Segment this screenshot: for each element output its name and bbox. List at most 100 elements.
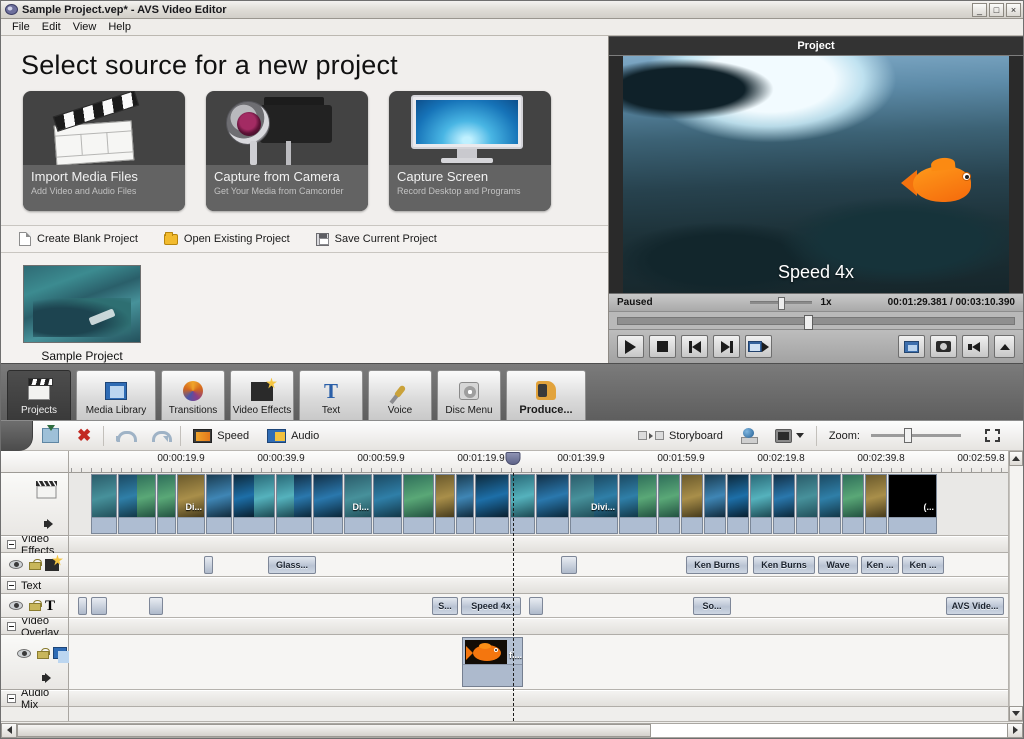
timeline-clip[interactable]: Speed 4x [461,597,521,615]
timeline-clip[interactable]: Ken ... [902,556,944,574]
timeline-clip[interactable]: Wave [818,556,858,574]
group-header-video-overlay[interactable]: Video Overlay [1,618,68,635]
redo-button[interactable] [142,422,177,450]
timeline-clip[interactable] [118,474,156,534]
speed-slider-thumb[interactable] [778,297,785,310]
play-button[interactable] [617,335,644,358]
clip-handle[interactable] [204,556,213,574]
speaker-icon[interactable] [44,519,56,529]
timeline-clip[interactable] [435,474,455,534]
lane-video-overlay[interactable]: fi... [69,635,1008,690]
timeline-clip[interactable]: Ken Burns [753,556,815,574]
capture-screen-card[interactable]: Capture Screen Record Desktop and Progra… [389,91,551,211]
eye-icon[interactable] [17,649,31,658]
delete-button[interactable]: ✖ [68,422,100,450]
collapse-icon[interactable] [7,581,16,590]
timeline-clip[interactable] [373,474,402,534]
close-button[interactable]: × [1006,3,1021,17]
tab-media-library[interactable]: Media Library [76,370,156,420]
scrub-track[interactable] [617,317,1015,325]
collapse-icon[interactable] [7,694,16,703]
timeline-clip[interactable]: Ken Burns [686,556,748,574]
clip-handle[interactable] [561,556,577,574]
scroll-left-button[interactable] [1,723,17,738]
split-button[interactable] [745,335,772,358]
playhead-handle[interactable] [506,452,521,465]
scrub-thumb[interactable] [804,315,813,330]
merge-button[interactable] [33,422,68,450]
timeline-clip[interactable] [91,474,117,534]
menu-item-file[interactable]: File [7,20,37,35]
zoom-control[interactable]: Zoom: [820,422,976,450]
timeline-clip[interactable] [233,474,275,534]
timeline-clip[interactable] [456,474,474,534]
speaker-icon[interactable] [42,673,54,683]
timeline-clip[interactable] [475,474,509,534]
scroll-up-button[interactable] [1009,451,1023,466]
unlock-icon[interactable] [29,600,39,611]
import-media-files-card[interactable]: Import Media Files Add Video and Audio F… [23,91,185,211]
open-existing-project-button[interactable]: Open Existing Project [164,233,290,245]
clip-handle[interactable] [149,597,163,615]
timeline-clip[interactable]: Di... [344,474,372,534]
create-blank-project-button[interactable]: Create Blank Project [19,232,138,246]
tab-disc-menu[interactable]: Disc Menu [437,370,501,420]
timeline-ruler[interactable]: 00:00:19.900:00:39.900:00:59.900:01:19.9… [69,451,1008,473]
group-header-text[interactable]: Text [1,577,68,594]
group-header-video-effects[interactable]: Video Effects [1,536,68,553]
lane-video[interactable]: Di...Di...Divi...(... [69,473,1008,536]
speed-slider[interactable] [750,301,812,304]
tab-transitions[interactable]: Transitions [161,370,225,420]
settings-button[interactable] [732,422,766,450]
speed-control[interactable]: 1x [727,297,855,308]
menu-item-help[interactable]: Help [103,20,138,35]
timeline-clip[interactable] [796,474,818,534]
group-header-audio-mix[interactable]: Audio Mix [1,690,68,707]
hscroll-thumb[interactable] [17,724,651,737]
preview-video[interactable]: Speed 4x [609,56,1023,293]
preview-scrubber[interactable] [609,311,1023,329]
fullscreen-button[interactable] [898,335,925,358]
timeline-clip[interactable]: So... [693,597,731,615]
capture-from-camera-card[interactable]: Capture from Camera Get Your Media from … [206,91,368,211]
timeline-clip[interactable] [536,474,569,534]
timeline-vertical-scrollbar[interactable] [1008,451,1023,721]
menu-item-view[interactable]: View [68,20,104,35]
stop-button[interactable] [649,335,676,358]
collapse-icon[interactable] [7,540,16,549]
speed-button[interactable]: Speed [184,422,258,450]
zoom-slider-thumb[interactable] [904,428,912,443]
tab-voice[interactable]: Voice [368,370,432,420]
timeline-clip[interactable]: Ken ... [861,556,899,574]
unlock-icon[interactable] [37,648,47,659]
save-current-project-button[interactable]: Save Current Project [316,233,437,246]
timeline-clip[interactable] [313,474,343,534]
timeline-clip[interactable] [276,474,312,534]
storyboard-button[interactable]: Storyboard [629,422,732,450]
timeline-clip[interactable]: AVS Vide... [946,597,1004,615]
timeline-clip[interactable] [681,474,703,534]
previous-frame-button[interactable] [681,335,708,358]
timeline-clip[interactable] [206,474,232,534]
zoom-slider[interactable] [871,434,961,437]
timeline-clip[interactable] [157,474,176,534]
timeline-clip[interactable]: (... [888,474,937,534]
maximize-button[interactable]: □ [989,3,1004,17]
clip-handle[interactable] [529,597,543,615]
timeline-clip[interactable] [842,474,864,534]
timeline-clip[interactable] [773,474,795,534]
display-mode-button[interactable] [766,422,813,450]
volume-button[interactable] [962,335,989,358]
scroll-right-button[interactable] [1007,723,1023,738]
timeline-clip[interactable] [750,474,772,534]
timeline-clip[interactable]: S... [432,597,458,615]
recent-project-item[interactable]: Sample Project [23,265,141,363]
timeline-clip[interactable] [865,474,887,534]
clip-handle[interactable] [91,597,107,615]
lane-text[interactable]: S...Speed 4x So... AVS Vide... [69,594,1008,618]
timeline-clip[interactable] [704,474,726,534]
menu-item-edit[interactable]: Edit [37,20,68,35]
clip-handle[interactable] [78,597,87,615]
unlock-icon[interactable] [29,559,39,570]
eye-icon[interactable] [9,601,23,610]
